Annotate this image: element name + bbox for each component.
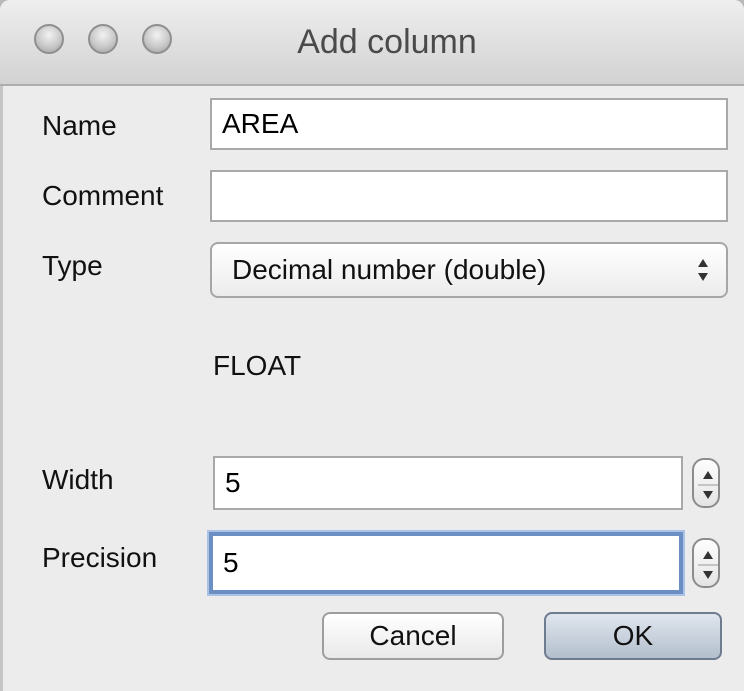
type-label: Type — [42, 250, 103, 281]
type-select-value: Decimal number (double) — [232, 254, 547, 285]
ok-button[interactable]: OK — [544, 612, 722, 660]
name-field[interactable]: AREA — [210, 98, 728, 150]
type-info-text: FLOAT — [213, 350, 302, 381]
width-field-value: 5 — [225, 467, 241, 498]
comment-field[interactable] — [210, 170, 728, 222]
comment-label: Comment — [42, 180, 164, 211]
precision-label: Precision — [42, 542, 158, 573]
width-field[interactable]: 5 — [213, 456, 683, 510]
name-label: Name — [42, 110, 117, 141]
window-edge — [0, 84, 3, 691]
width-label: Width — [42, 464, 114, 495]
type-select[interactable]: Decimal number (double) — [210, 242, 728, 298]
cancel-button[interactable]: Cancel — [322, 612, 504, 660]
window-title: Add column — [297, 23, 477, 61]
updown-arrows-icon — [696, 257, 710, 283]
add-column-dialog: Add column Name AREA Comment Type Decima… — [0, 0, 744, 691]
title-bar[interactable]: Add column — [0, 0, 744, 86]
precision-field[interactable]: 5 — [209, 532, 683, 594]
name-field-value: AREA — [222, 108, 299, 139]
precision-field-value: 5 — [223, 547, 239, 578]
width-stepper[interactable] — [692, 458, 720, 508]
precision-stepper[interactable] — [692, 538, 720, 588]
